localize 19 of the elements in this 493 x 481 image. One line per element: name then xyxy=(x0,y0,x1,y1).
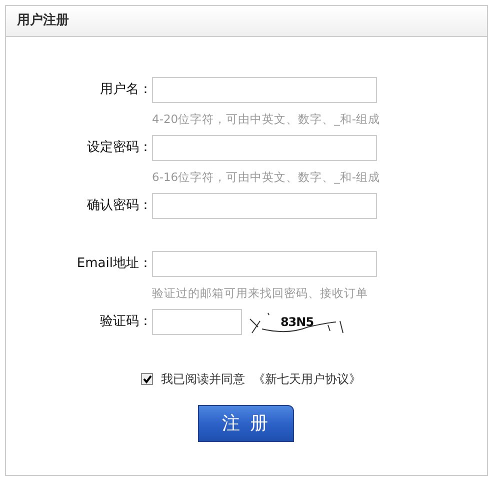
field-hint: 6-16位字符，可由中英文、数字、_和-组成 xyxy=(152,169,380,186)
field-label: 确认密码： xyxy=(86,197,152,215)
input-field[interactable] xyxy=(152,135,377,161)
field-hint: 验证过的邮箱可用来找回密码、接收订单 xyxy=(152,285,369,302)
agree-checkbox[interactable] xyxy=(141,373,153,385)
input-field[interactable] xyxy=(152,251,377,277)
panel-title: 用户注册 xyxy=(17,12,69,30)
input-field[interactable] xyxy=(152,77,377,103)
register-button[interactable]: 注 册 xyxy=(198,405,294,442)
field-hint: 4-20位字符，可由中英文、数字、_和-组成 xyxy=(152,111,380,128)
captcha-text: 83N5 xyxy=(280,314,314,331)
input-field[interactable] xyxy=(152,193,377,219)
field-label: Email地址： xyxy=(76,255,152,273)
agreement-link[interactable]: 《新七天用户协议》 xyxy=(253,370,361,388)
field-label: 用户名： xyxy=(99,81,152,99)
agreement-text: 我已阅读并同意 xyxy=(161,371,245,388)
field-label: 设定密码： xyxy=(86,139,152,157)
captcha-field[interactable] xyxy=(152,309,242,335)
field-label: 验证码： xyxy=(99,313,152,331)
